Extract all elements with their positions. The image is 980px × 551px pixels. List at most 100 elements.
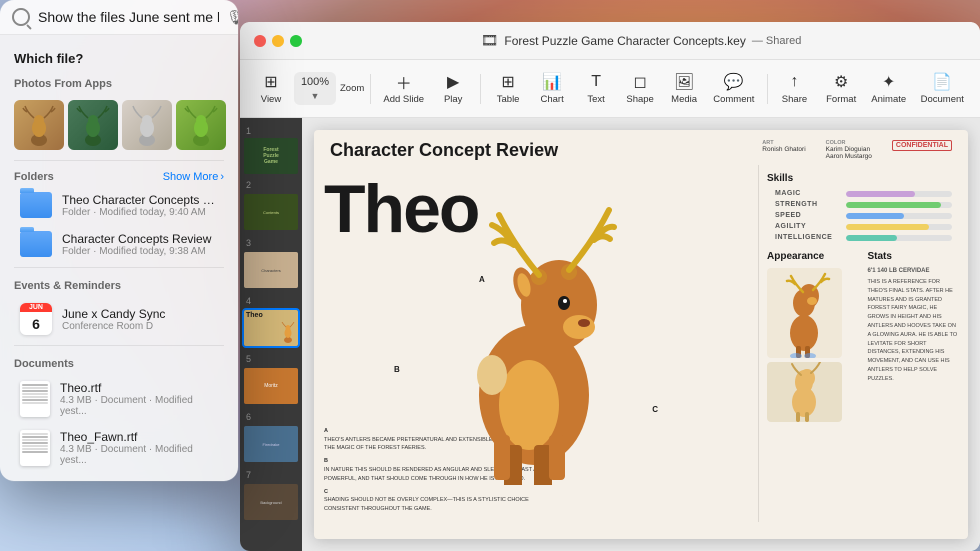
folder-icon-1: [20, 192, 52, 218]
character-area: Theo: [314, 165, 758, 522]
animate-toolbar-item[interactable]: ✦ Animate: [865, 66, 913, 111]
zoom-control[interactable]: 100% ▼: [294, 72, 336, 105]
shape-toolbar-item[interactable]: ◻ Shape: [619, 66, 661, 111]
event-name: June x Candy Sync: [62, 307, 218, 321]
photo-thumb-4[interactable]: [176, 100, 226, 150]
animate-icon: ✦: [879, 72, 899, 92]
text-label: Text: [587, 94, 604, 105]
add-slide-toolbar-item[interactable]: ＋ Add Slide: [377, 66, 430, 111]
add-slide-icon: ＋: [394, 72, 414, 92]
event-item-1[interactable]: JUN 6 June x Candy Sync Conference Room …: [6, 297, 232, 341]
doc-icon-1: [20, 381, 50, 417]
search-bar: 🎙: [0, 0, 238, 35]
minimize-button[interactable]: [272, 35, 284, 47]
window-title-text: Forest Puzzle Game Character Concepts.ke…: [504, 34, 745, 48]
media-label: Media: [671, 94, 697, 105]
folder-name-2: Character Concepts Review: [62, 232, 218, 246]
table-label: Table: [497, 94, 520, 105]
play-toolbar-item[interactable]: ▶ Play: [432, 66, 474, 111]
show-more-folders[interactable]: Show More ›: [163, 171, 224, 183]
search-input[interactable]: [38, 9, 219, 25]
slide-thumb-4[interactable]: Theo: [244, 310, 298, 346]
appearance-stats-section: Appearance: [767, 251, 960, 422]
view-toolbar-item[interactable]: ⊞ View: [250, 66, 292, 111]
cal-month: JUN: [20, 303, 52, 312]
strength-bar: [846, 202, 941, 208]
play-label: Play: [444, 94, 462, 105]
skills-label: Skills: [767, 173, 960, 184]
slide-thumbnail-panel: 1 ForestPuzzleGame 2 Contents 3 Characte…: [240, 118, 302, 551]
slide-num-6: 6: [240, 408, 302, 422]
confidential-badge: CONFIDENTIAL: [892, 140, 952, 151]
folders-section-header: Folders Show More ›: [0, 165, 238, 185]
share-toolbar-item[interactable]: ↑ Share: [773, 66, 815, 111]
media-toolbar-item[interactable]: 🖼 Media: [663, 66, 705, 111]
add-slide-label: Add Slide: [383, 94, 424, 105]
main-character-svg: [374, 165, 694, 485]
comment-icon: 💬: [724, 72, 744, 92]
color-value2: Aaron Mustargo: [826, 153, 872, 160]
slide-thumb-3[interactable]: Characters: [244, 252, 298, 288]
keynote-window: 🎞 Forest Puzzle Game Character Concepts.…: [240, 22, 980, 551]
toolbar-divider-2: [480, 74, 481, 104]
chart-toolbar-item[interactable]: 📊 Chart: [531, 66, 573, 111]
media-icon: 🖼: [674, 72, 694, 92]
skill-magic: MAGIC: [767, 190, 960, 197]
slide-num-2: 2: [240, 176, 302, 190]
intelligence-bar: [846, 235, 897, 241]
zoom-label: Zoom: [340, 83, 364, 94]
photo-thumb-1[interactable]: [14, 100, 64, 150]
slide-canvas[interactable]: Character Concept Review ART Ronish Ghat…: [314, 130, 968, 539]
doc-meta-1: 4.3 MB · Document · Modified yest...: [60, 395, 218, 417]
title-bar: 🎞 Forest Puzzle Game Character Concepts.…: [240, 22, 980, 60]
main-area: 1 ForestPuzzleGame 2 Contents 3 Characte…: [240, 118, 980, 551]
divider-1: [14, 160, 224, 161]
format-toolbar-item[interactable]: ⚙ Format: [819, 66, 862, 111]
toolbar: ⊞ View 100% ▼ Zoom ＋ Add Slide ▶ Play ⊞ …: [240, 60, 980, 118]
which-file-label: Which file?: [0, 43, 238, 70]
document-label: Document: [921, 94, 964, 105]
slide-title: Character Concept Review: [330, 140, 762, 161]
doc-meta-2: 4.3 MB · Document · Modified yest...: [60, 444, 218, 466]
slide-thumb-2[interactable]: Contents: [244, 194, 298, 230]
photo-thumb-3[interactable]: [122, 100, 172, 150]
comment-toolbar-item[interactable]: 💬 Comment: [707, 66, 760, 111]
cal-day: 6: [20, 312, 52, 335]
table-toolbar-item[interactable]: ⊞ Table: [487, 66, 529, 111]
doc-item-2[interactable]: Theo_Fawn.rtf 4.3 MB · Document · Modifi…: [6, 424, 232, 472]
panel-content: Which file? Photos From Apps: [0, 35, 238, 481]
slide-thumb-7[interactable]: Background: [244, 484, 298, 520]
slide-num-5: 5: [240, 350, 302, 364]
folder-item-2[interactable]: Character Concepts Review Folder · Modif…: [6, 225, 232, 263]
appearance-figure-2: [767, 362, 842, 422]
shared-badge: — Shared: [752, 35, 802, 47]
agility-bar: [846, 224, 929, 230]
document-toolbar-item[interactable]: 📄 Document: [915, 66, 970, 111]
text-icon: T: [586, 72, 606, 92]
event-info: June x Candy Sync Conference Room D: [62, 307, 218, 332]
slide-thumb-5[interactable]: Moritz: [244, 368, 298, 404]
stats-description: THIS IS A REFERENCE FOR THEO'S FINAL STA…: [868, 278, 961, 384]
doc-name-2: Theo_Fawn.rtf: [60, 430, 218, 444]
zoom-chevron-icon: ▼: [311, 91, 320, 101]
maximize-button[interactable]: [290, 35, 302, 47]
animate-label: Animate: [871, 94, 906, 105]
photos-section-title: Photos From Apps: [0, 70, 238, 94]
doc-item-1[interactable]: Theo.rtf 4.3 MB · Document · Modified ye…: [6, 375, 232, 423]
share-icon: ↑: [784, 72, 804, 92]
photo-thumb-2[interactable]: [68, 100, 118, 150]
canvas-area: Character Concept Review ART Ronish Ghat…: [302, 118, 980, 551]
appearance-section: Appearance: [767, 251, 860, 422]
keynote-app-icon: 🎞: [481, 32, 499, 49]
share-label: Share: [782, 94, 807, 105]
microphone-icon[interactable]: 🎙: [227, 9, 238, 25]
close-button[interactable]: [254, 35, 266, 47]
doc-name-1: Theo.rtf: [60, 381, 218, 395]
folder-name-1: Theo Character Concepts R1: [62, 193, 218, 207]
folder-item-1[interactable]: Theo Character Concepts R1 Folder · Modi…: [6, 186, 232, 224]
slide-thumb-6[interactable]: Firedrake: [244, 426, 298, 462]
color-value1: Karim Dioguian: [826, 146, 872, 153]
slide-thumb-1[interactable]: ForestPuzzleGame: [244, 138, 298, 174]
text-toolbar-item[interactable]: T Text: [575, 66, 617, 111]
skill-intelligence: INTELLIGENCE: [767, 234, 960, 241]
